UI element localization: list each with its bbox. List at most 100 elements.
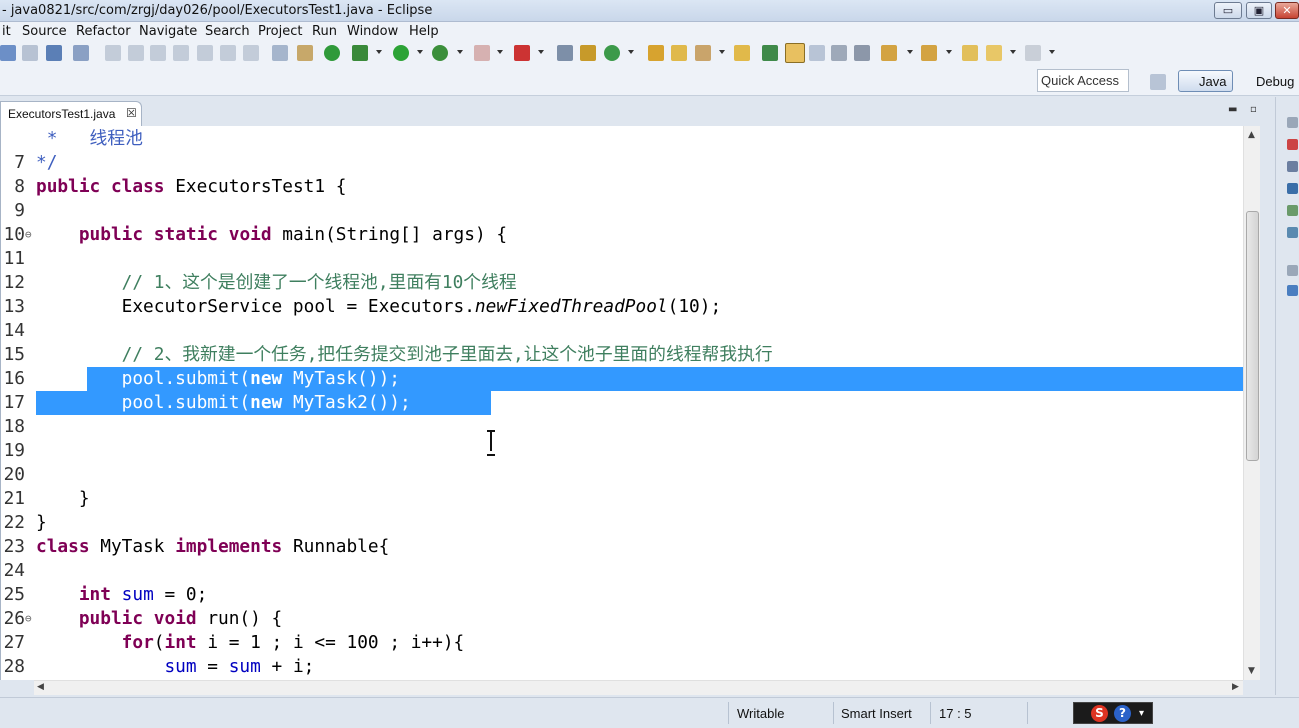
search-dropdown-icon[interactable] (719, 50, 725, 54)
java-perspective-button[interactable]: Java (1178, 70, 1233, 92)
run-last-icon[interactable] (324, 45, 340, 61)
save-all-icon[interactable] (22, 45, 38, 61)
code-text: pool.submit(new MyTask()); (36, 368, 400, 389)
run-icon[interactable] (393, 45, 409, 61)
toggle-mark-occurrences-icon[interactable] (762, 45, 778, 61)
use-step-filters-icon[interactable] (297, 45, 313, 61)
scroll-thumb[interactable] (1246, 211, 1259, 461)
terminate-icon[interactable] (150, 45, 166, 61)
back-dropdown-icon[interactable] (1010, 50, 1016, 54)
suspend-icon[interactable] (128, 45, 144, 61)
next-annotation-dropdown-icon[interactable] (907, 50, 913, 54)
drop-to-frame-icon[interactable] (272, 45, 288, 61)
next-annotation-icon[interactable] (881, 45, 897, 61)
server-dropdown-icon[interactable] (538, 50, 544, 54)
ime-menu-icon[interactable]: ▾ (1139, 708, 1144, 719)
debug-dropdown-icon[interactable] (376, 50, 382, 54)
menu-navigate[interactable]: Navigate (139, 24, 197, 39)
coverage-dropdown-icon[interactable] (457, 50, 463, 54)
menu-help[interactable]: Help (409, 24, 439, 39)
debug-icon[interactable] (352, 45, 368, 61)
new-package-icon[interactable] (580, 45, 596, 61)
paragraph-icon[interactable] (854, 45, 870, 61)
editor-tab[interactable]: ExecutorsTest1.java ☒ (0, 101, 142, 126)
menu-project[interactable]: Project (258, 24, 302, 39)
coverage-icon[interactable] (432, 45, 448, 61)
scroll-left-icon[interactable]: ◀ (37, 682, 44, 692)
horizontal-scrollbar[interactable]: ◀ ▶ (34, 680, 1243, 695)
right-view-strip (1275, 97, 1299, 695)
sogou-ime-icon[interactable]: S (1091, 705, 1108, 722)
code-line: 7 * 线程池 (14, 128, 143, 173)
task-list-view-icon[interactable] (1287, 227, 1298, 238)
code-text: public static void main(String[] args) { (78, 224, 508, 245)
new-java-project-icon[interactable] (557, 45, 573, 61)
close-button[interactable]: ✕ (1275, 2, 1299, 19)
new-icon[interactable] (0, 45, 16, 61)
external-tools-icon[interactable] (474, 45, 490, 61)
scroll-up-icon[interactable]: ▲ (1248, 130, 1255, 140)
toggle-highlight-icon[interactable] (785, 43, 805, 63)
skip-breakpoints-icon[interactable] (73, 45, 89, 61)
last-edit-location-icon[interactable] (962, 45, 978, 61)
step-over-icon[interactable] (220, 45, 236, 61)
maximize-editor-icon[interactable]: ▫ (1250, 104, 1257, 115)
menu-edit[interactable]: it (2, 24, 11, 39)
previous-annotation-dropdown-icon[interactable] (946, 50, 952, 54)
code-line: 22 } (3, 488, 90, 533)
restore-view-2-icon[interactable] (1287, 265, 1298, 276)
minimize-editor-icon[interactable]: ▬ (1228, 104, 1237, 115)
menu-source[interactable]: Source (22, 24, 67, 39)
menu-run[interactable]: Run (312, 24, 337, 39)
scroll-down-icon[interactable]: ▼ (1248, 666, 1255, 676)
new-class-dropdown-icon[interactable] (628, 50, 634, 54)
step-into-icon[interactable] (197, 45, 213, 61)
menu-search[interactable]: Search (205, 24, 250, 39)
open-perspective-icon[interactable] (1150, 74, 1166, 90)
code-text: ExecutorService pool = Executors.newFixe… (36, 296, 722, 317)
code-text: for(int i = 1 ; i <= 100 ; i++){ (121, 632, 465, 653)
block-selection-icon[interactable] (809, 45, 825, 61)
insert-mode-status: Smart Insert (841, 706, 912, 721)
quick-access-field[interactable]: Quick Access (1037, 69, 1129, 92)
menu-refactor[interactable]: Refactor (76, 24, 131, 39)
show-whitespace-icon[interactable] (831, 45, 847, 61)
new-class-icon[interactable] (604, 45, 620, 61)
minimize-button[interactable]: ▭ (1214, 2, 1242, 19)
search-icon[interactable] (695, 45, 711, 61)
forward-dropdown-icon[interactable] (1049, 50, 1055, 54)
ime-help-icon[interactable]: ? (1114, 705, 1131, 722)
step-return-icon[interactable] (243, 45, 259, 61)
run-dropdown-icon[interactable] (417, 50, 423, 54)
debug-perspective-button[interactable]: Debug (1238, 70, 1299, 92)
menu-window[interactable]: Window (347, 24, 398, 39)
back-icon[interactable] (986, 45, 1002, 61)
resume-icon[interactable] (105, 45, 121, 61)
previous-annotation-icon[interactable] (921, 45, 937, 61)
vertical-scrollbar[interactable]: ▲ ▼ (1243, 126, 1260, 680)
restore-view-icon[interactable] (1287, 117, 1298, 128)
outline-view-icon[interactable] (1287, 205, 1298, 216)
external-tools-dropdown-icon[interactable] (497, 50, 503, 54)
scroll-right-icon[interactable]: ▶ (1232, 682, 1239, 692)
server-icon[interactable] (514, 45, 530, 61)
open-task-icon[interactable] (671, 45, 687, 61)
console-view-icon[interactable] (1287, 183, 1298, 194)
hierarchy-view-icon[interactable] (1287, 285, 1298, 296)
javadoc-view-icon[interactable] (1287, 161, 1298, 172)
status-divider (1027, 702, 1028, 724)
code-line: 29 sum = sum + i; (1, 655, 1244, 679)
open-folder-icon[interactable] (734, 45, 750, 61)
title-bar: - java0821/src/com/zrgj/day026/pool/Exec… (0, 0, 1299, 22)
problems-view-icon[interactable] (1287, 139, 1298, 150)
code-editor[interactable]: 7 * 线程池 8 */ 9 public class ExecutorsTes… (0, 126, 1260, 680)
fold-icon[interactable]: ⊖ (25, 223, 32, 247)
disconnect-icon[interactable] (173, 45, 189, 61)
code-line: 12 (3, 272, 25, 293)
open-type-icon[interactable] (648, 45, 664, 61)
print-icon[interactable] (46, 45, 62, 61)
forward-icon[interactable] (1025, 45, 1041, 61)
fold-icon[interactable]: ⊖ (25, 607, 32, 631)
close-tab-icon[interactable]: ☒ (126, 106, 137, 120)
maximize-button[interactable]: ▣ (1246, 2, 1272, 19)
